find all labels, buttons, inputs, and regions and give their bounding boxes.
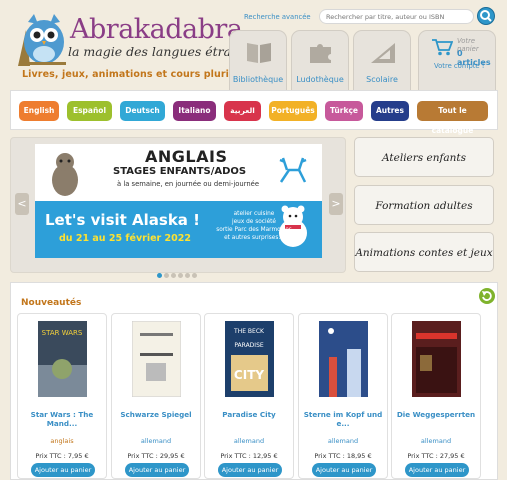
slide-activity: jeux de société	[232, 219, 276, 225]
book-price: Prix TTC : 29,95 €	[127, 452, 185, 460]
language-button-catalogue[interactable]: Tout le catalogue	[417, 101, 488, 135]
language-button-turkce[interactable]: Türkçe	[325, 101, 363, 121]
language-button-english[interactable]: English	[19, 101, 59, 121]
slider-next-button[interactable]: >	[329, 193, 343, 215]
marmot-icon	[52, 153, 78, 196]
book-card[interactable]: Die Weggesperrten allemand Prix TTC : 27…	[391, 313, 481, 479]
new-arrivals-section: Nouveautés STAR WARS Star Wars : The Man…	[10, 282, 498, 480]
tab-ludotheque-label: Ludothèque	[296, 75, 344, 84]
book-card[interactable]: Schwarze Spiegel allemand Prix TTC : 29,…	[111, 313, 201, 479]
slide-activities: atelier cuisine jeux de société sortie P…	[213, 210, 295, 242]
add-to-cart-button[interactable]: Ajouter au panier	[125, 463, 189, 477]
link-animations-contes[interactable]: Animations contes et jeux	[354, 232, 494, 272]
language-bar: English Español Deutsch Italiano العربية…	[10, 90, 498, 135]
book-title[interactable]: Schwarze Spiegel	[115, 410, 197, 419]
tab-bibliotheque[interactable]: Bibliothèque	[229, 30, 287, 90]
svg-text:STAR WARS: STAR WARS	[42, 329, 83, 337]
book-price: Prix TTC : 18,95 €	[314, 452, 372, 460]
slider-dot[interactable]	[171, 273, 176, 278]
book-language: allemand	[140, 437, 172, 445]
book-title[interactable]: Die Weggesperrten	[395, 410, 477, 419]
book-cover[interactable]	[319, 321, 368, 397]
add-to-cart-button[interactable]: Ajouter au panier	[218, 463, 282, 477]
book-title[interactable]: Star Wars : The Mand...	[21, 410, 103, 428]
language-button-espanol[interactable]: Español	[67, 101, 112, 121]
book-cover[interactable]	[412, 321, 461, 397]
page: Abrakadabra la magie des langues étrangè…	[10, 6, 498, 480]
book-card[interactable]: STAR WARS Star Wars : The Mand... anglai…	[17, 313, 107, 479]
slide-schedule: à la semaine, en journée ou demi-journée	[117, 180, 260, 188]
cart-icon	[432, 39, 453, 56]
book-price: Prix TTC : 27,95 €	[407, 452, 465, 460]
book-card[interactable]: Sterne im Kopf und e... allemand Prix TT…	[298, 313, 388, 479]
tab-scolaire[interactable]: Scolaire	[353, 30, 411, 90]
refresh-icon[interactable]	[479, 288, 495, 304]
add-to-cart-button[interactable]: Ajouter au panier	[312, 463, 376, 477]
slide-heading: ANGLAIS	[145, 147, 228, 166]
cart-panel[interactable]: Votre panier 0 articles Votre compte !	[418, 30, 496, 90]
slide[interactable]: ANGLAIS STAGES ENFANTS/ADOS à la semaine…	[35, 144, 322, 258]
brand-name[interactable]: Abrakadabra	[70, 14, 243, 45]
book-title[interactable]: Paradise City	[208, 410, 290, 419]
language-button-autres[interactable]: Autres	[371, 101, 409, 121]
book-language: anglais	[50, 437, 74, 445]
advanced-search-link[interactable]: Recherche avancée	[244, 13, 311, 21]
search-icon	[480, 10, 492, 22]
reindeer-icon	[279, 157, 307, 183]
slide-activity: atelier cuisine	[233, 211, 275, 217]
search-input[interactable]	[319, 9, 474, 24]
slider-dot[interactable]	[164, 273, 169, 278]
slide-subheading: STAGES ENFANTS/ADOS	[113, 166, 247, 177]
account-link[interactable]: Votre compte !	[434, 62, 485, 70]
slide-dates: du 21 au 25 février 2022	[59, 233, 191, 244]
language-button-italiano[interactable]: Italiano	[173, 101, 216, 121]
new-arrivals-title: Nouveautés	[21, 298, 82, 308]
book-title[interactable]: Sterne im Kopf und e...	[302, 410, 384, 428]
link-ateliers-enfants[interactable]: Ateliers enfants	[354, 137, 494, 177]
book-language: allemand	[327, 437, 359, 445]
book-language: allemand	[233, 437, 265, 445]
book-cover[interactable]	[132, 321, 181, 397]
language-button-portugues[interactable]: Português	[269, 101, 317, 121]
book-price: Prix TTC : 12,95 €	[220, 452, 278, 460]
slider-dot[interactable]	[157, 273, 162, 278]
book-price: Prix TTC : 7,95 €	[35, 452, 89, 460]
book-cover[interactable]: STAR WARS	[38, 321, 87, 397]
language-button-arabic[interactable]: العربية	[224, 101, 261, 121]
svg-text:CITY: CITY	[234, 368, 264, 382]
book-language: allemand	[420, 437, 452, 445]
slide-activity: et autres surprises...	[224, 235, 284, 241]
slider-dot[interactable]	[178, 273, 183, 278]
svg-text:THE BECK: THE BECK	[233, 328, 265, 335]
svg-text:PARADISE: PARADISE	[234, 342, 264, 349]
tab-scolaire-label: Scolaire	[366, 75, 398, 84]
add-to-cart-button[interactable]: Ajouter au panier	[405, 463, 469, 477]
owl-logo-icon[interactable]	[16, 10, 70, 66]
slider-dot[interactable]	[185, 273, 190, 278]
promo-slider: < ANGLAIS STAGES ENFANTS/ADOS à la semai…	[10, 137, 346, 278]
slide-activity: sortie Parc des Marmottes	[216, 227, 292, 233]
language-button-deutsch[interactable]: Deutsch	[120, 101, 165, 121]
search-button[interactable]	[477, 7, 495, 25]
tab-ludotheque[interactable]: Ludothèque	[291, 30, 349, 90]
book-cover[interactable]: THE BECK PARADISE CITY	[225, 321, 274, 397]
tab-bibliotheque-label: Bibliothèque	[232, 75, 284, 84]
slider-prev-button[interactable]: <	[15, 193, 29, 215]
slider-dot[interactable]	[192, 273, 197, 278]
puzzle-icon	[310, 44, 331, 63]
ruler-icon	[371, 43, 395, 63]
slide-promo: Let's visit Alaska !	[45, 211, 200, 229]
slider-dots	[157, 263, 199, 282]
add-to-cart-button[interactable]: Ajouter au panier	[31, 463, 95, 477]
link-formation-adultes[interactable]: Formation adultes	[354, 185, 494, 225]
book-icon	[247, 43, 271, 63]
book-card[interactable]: THE BECK PARADISE CITY Paradise City all…	[204, 313, 294, 479]
